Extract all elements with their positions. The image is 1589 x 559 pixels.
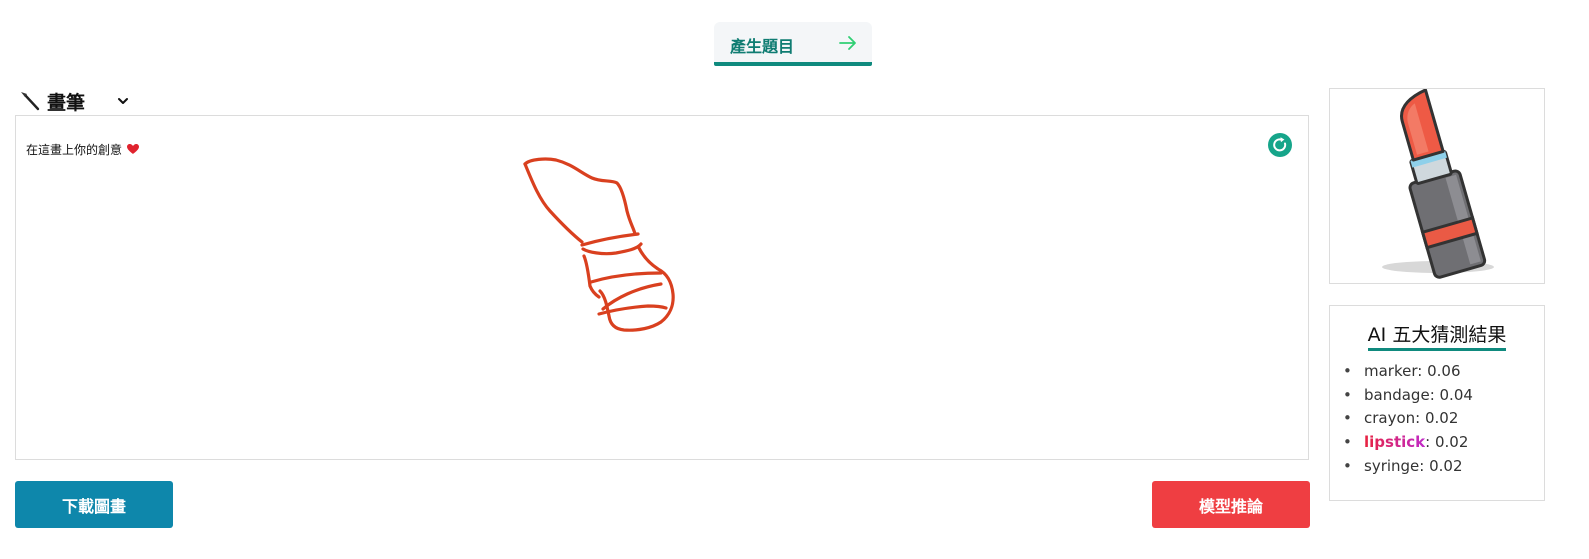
tool-label: 畫筆 <box>47 91 86 114</box>
result-item: crayon: 0.02 <box>1343 407 1473 431</box>
result-label: crayon <box>1364 409 1416 428</box>
drawing-canvas[interactable]: 在這畫上你的創意 <box>15 115 1309 460</box>
result-item: lipstick: 0.02 <box>1343 431 1473 455</box>
result-item: syringe: 0.02 <box>1343 455 1473 479</box>
result-label: syringe <box>1364 456 1420 475</box>
top5-results-card: AI 五大猜測結果 marker: 0.06 bandage: 0.04 cra… <box>1329 305 1545 501</box>
generate-question-label: 產生題目 <box>730 37 795 56</box>
result-score: 0.04 <box>1439 385 1473 404</box>
results-title: AI 五大猜測結果 <box>1367 320 1507 351</box>
target-image-card <box>1329 88 1545 284</box>
results-list: marker: 0.06 bandage: 0.04 crayon: 0.02 … <box>1343 360 1473 479</box>
tool-selector[interactable]: 畫筆 <box>19 88 129 114</box>
download-drawing-button[interactable]: 下載圖畫 <box>15 481 173 528</box>
lipstick-icon <box>1382 89 1494 279</box>
result-label-highlighted: lipstick <box>1364 433 1426 452</box>
paintbrush-icon <box>21 92 40 111</box>
user-sketch <box>523 157 675 332</box>
result-score: 0.06 <box>1427 362 1461 380</box>
result-item: bandage: 0.04 <box>1343 384 1473 408</box>
model-inference-button[interactable]: 模型推論 <box>1152 481 1310 528</box>
chevron-down-icon <box>118 98 129 104</box>
result-score: 0.02 <box>1425 409 1459 428</box>
result-label: marker <box>1364 362 1418 380</box>
result-score: 0.02 <box>1434 433 1469 452</box>
result-score: 0.02 <box>1429 456 1463 475</box>
result-item: marker: 0.06 <box>1343 360 1473 384</box>
generate-question-button[interactable]: 產生題目 <box>714 22 872 66</box>
arrow-right-icon <box>839 36 856 50</box>
result-label: bandage <box>1364 385 1430 404</box>
